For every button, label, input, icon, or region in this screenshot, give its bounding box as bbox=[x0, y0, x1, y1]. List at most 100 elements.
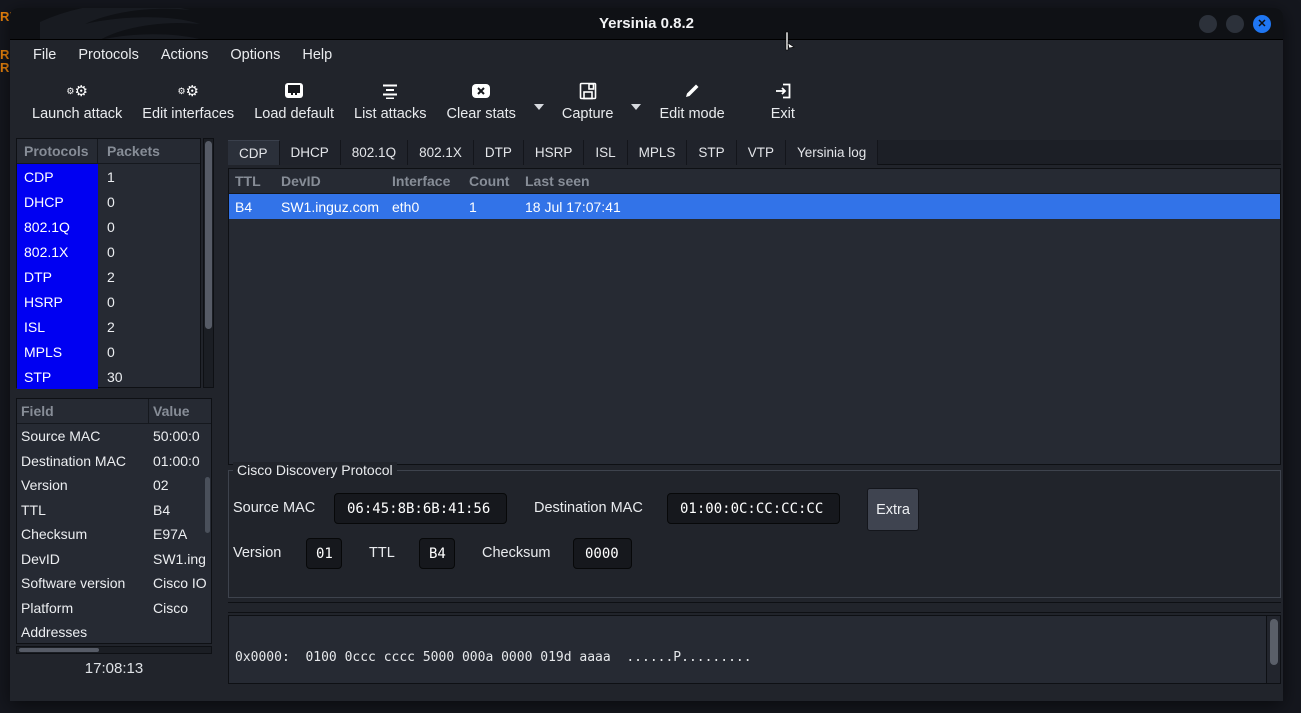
protocol-row-8021x[interactable]: 802.1X0 bbox=[17, 239, 200, 264]
clear-stats-dropdown[interactable] bbox=[526, 70, 552, 110]
yersinia-window: Yersinia 0.8.2 ✕ File Protocols Actions … bbox=[10, 8, 1283, 701]
source-mac-field[interactable] bbox=[334, 493, 507, 524]
clear-stats-button[interactable]: Clear stats bbox=[437, 70, 526, 122]
protocols-col-header[interactable]: Protocols bbox=[17, 139, 98, 163]
tab-stp[interactable]: STP bbox=[687, 140, 736, 165]
count-col-header[interactable]: Count bbox=[463, 173, 519, 189]
pencil-icon bbox=[683, 78, 701, 104]
dest-mac-label: Destination MAC bbox=[534, 493, 643, 524]
main-content: Protocols Packets CDP1 DHCP0 802.1Q0 802… bbox=[10, 130, 1283, 701]
field-row[interactable]: DevIDSW1.ing bbox=[17, 547, 211, 572]
save-icon bbox=[579, 78, 597, 104]
list-attacks-button[interactable]: List attacks bbox=[344, 70, 437, 122]
window-title: Yersinia 0.8.2 bbox=[10, 8, 1283, 40]
cdp-form-group: Cisco Discovery Protocol Source MAC Dest… bbox=[228, 470, 1281, 598]
version-field[interactable] bbox=[306, 538, 342, 569]
tab-dhcp[interactable]: DHCP bbox=[280, 140, 341, 165]
tab-8021q[interactable]: 802.1Q bbox=[341, 140, 408, 165]
ttl-col-header[interactable]: TTL bbox=[229, 173, 275, 189]
edit-mode-button[interactable]: Edit mode bbox=[649, 70, 734, 122]
ttl-label: TTL bbox=[369, 538, 395, 569]
packet-row-selected[interactable]: B4 SW1.inguz.com eth0 1 18 Jul 17:07:41 bbox=[229, 194, 1280, 219]
toolbar: ⚙⚙ Launch attack ⚙⚙ Edit interfaces Load… bbox=[10, 70, 1283, 130]
protocols-scrollbar[interactable] bbox=[203, 138, 214, 388]
tab-cdp[interactable]: CDP bbox=[228, 140, 280, 165]
packets-col-header[interactable]: Packets bbox=[98, 143, 160, 159]
minimize-button[interactable] bbox=[1199, 15, 1217, 33]
dest-mac-field[interactable] bbox=[667, 493, 840, 524]
lastseen-col-header[interactable]: Last seen bbox=[519, 173, 1280, 189]
edit-interfaces-button[interactable]: ⚙⚙ Edit interfaces bbox=[132, 70, 244, 122]
fields-horizontal-scrollbar[interactable] bbox=[16, 646, 212, 654]
hex-line: 0x0000: 0100 0ccc cccc 5000 000a 0000 01… bbox=[235, 650, 1264, 666]
tab-mpls[interactable]: MPLS bbox=[628, 140, 688, 165]
mouse-cursor bbox=[778, 30, 796, 54]
tab-yersinia-log[interactable]: Yersinia log bbox=[786, 140, 878, 165]
field-row[interactable]: Addresses bbox=[17, 620, 211, 645]
exit-button[interactable]: Exit bbox=[761, 70, 805, 122]
checksum-field[interactable] bbox=[573, 538, 632, 569]
scrollbar-thumb[interactable] bbox=[1270, 619, 1278, 665]
menu-protocols[interactable]: Protocols bbox=[67, 41, 149, 70]
field-row[interactable]: Destination MAC01:00:0 bbox=[17, 449, 211, 474]
tab-dtp[interactable]: DTP bbox=[474, 140, 524, 165]
clear-icon bbox=[471, 78, 491, 104]
exit-icon bbox=[774, 78, 792, 104]
fields-scrollbar-thumb[interactable] bbox=[205, 477, 210, 533]
close-button[interactable]: ✕ bbox=[1253, 15, 1271, 33]
pane-splitter[interactable] bbox=[228, 602, 1281, 613]
field-row[interactable]: Source MAC50:00:0 bbox=[17, 424, 211, 449]
protocol-row-cdp[interactable]: CDP1 bbox=[17, 164, 200, 189]
launch-attack-button[interactable]: ⚙⚙ Launch attack bbox=[22, 70, 132, 122]
chevron-down-icon bbox=[631, 104, 641, 110]
scrollbar-thumb[interactable] bbox=[19, 648, 99, 652]
menu-help[interactable]: Help bbox=[291, 41, 343, 70]
protocol-row-8021q[interactable]: 802.1Q0 bbox=[17, 214, 200, 239]
tab-hsrp[interactable]: HSRP bbox=[524, 140, 585, 165]
gears-icon: ⚙⚙ bbox=[66, 78, 88, 104]
protocol-row-stp[interactable]: STP30 bbox=[17, 364, 200, 389]
version-label: Version bbox=[233, 538, 281, 569]
hex-scrollbar[interactable] bbox=[1266, 616, 1280, 683]
list-icon bbox=[382, 78, 398, 104]
load-default-button[interactable]: Load default bbox=[244, 70, 344, 122]
devid-col-header[interactable]: DevID bbox=[275, 173, 386, 189]
field-row[interactable]: TTLB4 bbox=[17, 498, 211, 523]
network-port-icon bbox=[283, 78, 305, 104]
protocol-row-hsrp[interactable]: HSRP0 bbox=[17, 289, 200, 314]
titlebar[interactable]: Yersinia 0.8.2 ✕ bbox=[10, 8, 1283, 40]
menu-options[interactable]: Options bbox=[219, 41, 291, 70]
capture-button[interactable]: Capture bbox=[552, 70, 624, 122]
menu-file[interactable]: File bbox=[22, 41, 67, 70]
scrollbar-thumb[interactable] bbox=[205, 141, 212, 329]
field-col-header[interactable]: Field bbox=[17, 399, 149, 423]
protocol-row-dtp[interactable]: DTP2 bbox=[17, 264, 200, 289]
protocols-table: Protocols Packets CDP1 DHCP0 802.1Q0 802… bbox=[16, 138, 201, 388]
maximize-button[interactable] bbox=[1226, 15, 1244, 33]
menubar: File Protocols Actions Options Help bbox=[10, 41, 1283, 70]
fields-table: Field Value Source MAC50:00:0 Destinatio… bbox=[16, 398, 212, 644]
capture-dropdown[interactable] bbox=[623, 70, 649, 110]
extra-button[interactable]: Extra bbox=[867, 488, 919, 531]
protocol-row-isl[interactable]: ISL2 bbox=[17, 314, 200, 339]
protocol-row-dhcp[interactable]: DHCP0 bbox=[17, 189, 200, 214]
protocol-row-mpls[interactable]: MPLS0 bbox=[17, 339, 200, 364]
protocol-tabbar: CDP DHCP 802.1Q 802.1X DTP HSRP ISL MPLS… bbox=[228, 140, 1281, 165]
source-mac-label: Source MAC bbox=[233, 493, 315, 524]
hex-dump-view[interactable]: 0x0000: 0100 0ccc cccc 5000 000a 0000 01… bbox=[228, 615, 1281, 684]
menu-actions[interactable]: Actions bbox=[150, 41, 220, 70]
field-row[interactable]: ChecksumE97A bbox=[17, 522, 211, 547]
gears-icon: ⚙⚙ bbox=[177, 78, 199, 104]
group-title: Cisco Discovery Protocol bbox=[233, 462, 397, 478]
status-time: 17:08:13 bbox=[16, 660, 212, 677]
ttl-field[interactable] bbox=[419, 538, 455, 569]
tab-vtp[interactable]: VTP bbox=[737, 140, 786, 165]
tab-isl[interactable]: ISL bbox=[584, 140, 627, 165]
field-row[interactable]: Version02 bbox=[17, 473, 211, 498]
tab-8021x[interactable]: 802.1X bbox=[408, 140, 474, 165]
value-col-header[interactable]: Value bbox=[149, 403, 211, 419]
field-row[interactable]: PlatformCisco bbox=[17, 596, 211, 621]
cdp-packet-table: TTL DevID Interface Count Last seen B4 S… bbox=[228, 168, 1281, 465]
field-row[interactable]: Software versionCisco IO bbox=[17, 571, 211, 596]
interface-col-header[interactable]: Interface bbox=[386, 173, 463, 189]
